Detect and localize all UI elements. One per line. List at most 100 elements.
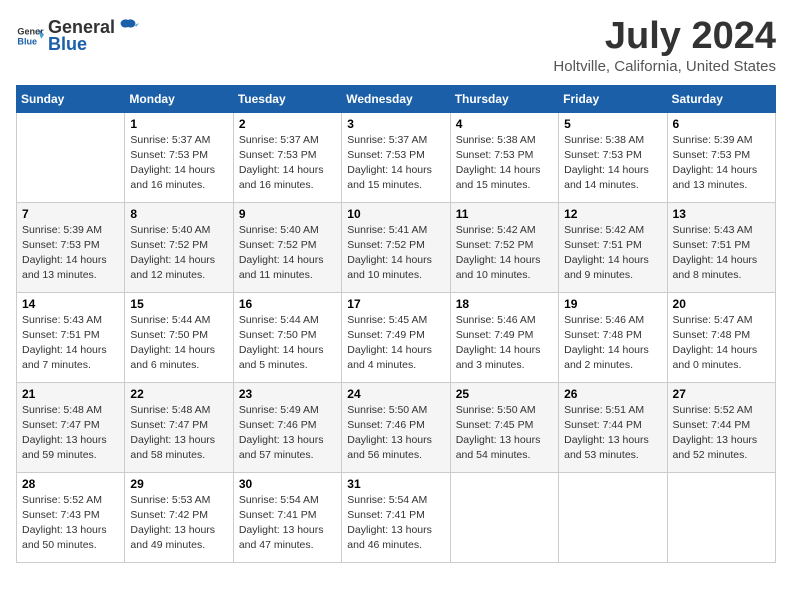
calendar-cell: 17 Sunrise: 5:45 AM Sunset: 7:49 PM Dayli… [342,292,450,382]
week-row-3: 14Sunrise: 5:43 AM Sunset: 7:51 PM Dayli… [17,292,776,382]
day-number: 23 [239,387,336,401]
day-info: Sunrise: 5:37 AM Sunset: 7:53 PM Dayligh… [130,133,227,194]
calendar-cell [450,472,558,562]
title-area: July 2024 Holtville, California, United … [553,16,776,75]
day-number: 11 [456,207,553,221]
calendar-cell: 15 Sunrise: 5:44 AM Sunset: 7:50 PM Dayli… [125,292,233,382]
day-number: 20 [673,297,770,311]
day-number: 14 [22,297,119,311]
day-info: Sunrise: 5:52 AM Sunset: 7:43 PM Dayligh… [22,493,119,554]
day-info: Sunrise: 5:50 AM Sunset: 7:45 PM Dayligh… [456,403,553,464]
day-info: Sunrise: 5:46 AM Sunset: 7:48 PM Dayligh… [564,313,661,374]
day-info: Sunrise: 5:47 AM Sunset: 7:48 PM Dayligh… [673,313,770,374]
calendar-cell: 18Sunrise: 5:46 AM Sunset: 7:49 PM Dayli… [450,292,558,382]
calendar-cell: 11 Sunrise: 5:42 AM Sunset: 7:52 PM Dayli… [450,202,558,292]
day-info: Sunrise: 5:40 AM Sunset: 7:52 PM Dayligh… [239,223,336,284]
weekday-header-thursday: Thursday [450,85,558,112]
day-info: Sunrise: 5:41 AM Sunset: 7:52 PM Dayligh… [347,223,444,284]
weekday-header-saturday: Saturday [667,85,775,112]
week-row-2: 7Sunrise: 5:39 AM Sunset: 7:53 PM Daylig… [17,202,776,292]
calendar-cell: 22 Sunrise: 5:48 AM Sunset: 7:47 PM Dayli… [125,382,233,472]
day-number: 9 [239,207,336,221]
day-number: 10 [347,207,444,221]
calendar-cell: 7Sunrise: 5:39 AM Sunset: 7:53 PM Daylig… [17,202,125,292]
calendar-cell: 9 Sunrise: 5:40 AM Sunset: 7:52 PM Daylig… [233,202,341,292]
day-number: 25 [456,387,553,401]
day-number: 19 [564,297,661,311]
day-number: 13 [673,207,770,221]
calendar-cell: 12 Sunrise: 5:42 AM Sunset: 7:51 PM Dayli… [559,202,667,292]
weekday-header-tuesday: Tuesday [233,85,341,112]
day-number: 6 [673,117,770,131]
day-number: 15 [130,297,227,311]
calendar-cell: 5Sunrise: 5:38 AM Sunset: 7:53 PM Daylig… [559,112,667,202]
day-info: Sunrise: 5:44 AM Sunset: 7:50 PM Dayligh… [130,313,227,374]
day-number: 24 [347,387,444,401]
calendar-cell: 31 Sunrise: 5:54 AM Sunset: 7:41 PM Dayli… [342,472,450,562]
calendar-table: SundayMondayTuesdayWednesdayThursdayFrid… [16,85,776,563]
calendar-cell: 6 Sunrise: 5:39 AM Sunset: 7:53 PM Daylig… [667,112,775,202]
calendar-cell: 1 Sunrise: 5:37 AM Sunset: 7:53 PM Daylig… [125,112,233,202]
day-number: 1 [130,117,227,131]
day-info: Sunrise: 5:50 AM Sunset: 7:46 PM Dayligh… [347,403,444,464]
day-number: 5 [564,117,661,131]
calendar-cell: 24 Sunrise: 5:50 AM Sunset: 7:46 PM Dayli… [342,382,450,472]
day-info: Sunrise: 5:37 AM Sunset: 7:53 PM Dayligh… [347,133,444,194]
day-info: Sunrise: 5:48 AM Sunset: 7:47 PM Dayligh… [22,403,119,464]
logo-bird-icon [117,16,139,38]
weekday-header-monday: Monday [125,85,233,112]
calendar-cell: 25 Sunrise: 5:50 AM Sunset: 7:45 PM Dayli… [450,382,558,472]
day-info: Sunrise: 5:40 AM Sunset: 7:52 PM Dayligh… [130,223,227,284]
calendar-cell: 27Sunrise: 5:52 AM Sunset: 7:44 PM Dayli… [667,382,775,472]
day-info: Sunrise: 5:44 AM Sunset: 7:50 PM Dayligh… [239,313,336,374]
weekday-header-row: SundayMondayTuesdayWednesdayThursdayFrid… [17,85,776,112]
logo: General Blue General Blue [16,16,139,55]
day-number: 17 [347,297,444,311]
main-title: July 2024 [553,16,776,58]
day-number: 21 [22,387,119,401]
day-info: Sunrise: 5:52 AM Sunset: 7:44 PM Dayligh… [673,403,770,464]
day-info: Sunrise: 5:53 AM Sunset: 7:42 PM Dayligh… [130,493,227,554]
day-number: 2 [239,117,336,131]
calendar-cell: 26 Sunrise: 5:51 AM Sunset: 7:44 PM Dayli… [559,382,667,472]
day-info: Sunrise: 5:45 AM Sunset: 7:49 PM Dayligh… [347,313,444,374]
day-info: Sunrise: 5:42 AM Sunset: 7:52 PM Dayligh… [456,223,553,284]
day-number: 8 [130,207,227,221]
calendar-cell: 23 Sunrise: 5:49 AM Sunset: 7:46 PM Dayli… [233,382,341,472]
calendar-cell: 10 Sunrise: 5:41 AM Sunset: 7:52 PM Dayli… [342,202,450,292]
day-info: Sunrise: 5:51 AM Sunset: 7:44 PM Dayligh… [564,403,661,464]
calendar-cell: 8 Sunrise: 5:40 AM Sunset: 7:52 PM Daylig… [125,202,233,292]
day-info: Sunrise: 5:38 AM Sunset: 7:53 PM Dayligh… [456,133,553,194]
day-number: 12 [564,207,661,221]
day-info: Sunrise: 5:48 AM Sunset: 7:47 PM Dayligh… [130,403,227,464]
day-number: 29 [130,477,227,491]
day-info: Sunrise: 5:54 AM Sunset: 7:41 PM Dayligh… [347,493,444,554]
day-number: 30 [239,477,336,491]
day-number: 26 [564,387,661,401]
week-row-4: 21 Sunrise: 5:48 AM Sunset: 7:47 PM Dayli… [17,382,776,472]
week-row-1: 1 Sunrise: 5:37 AM Sunset: 7:53 PM Daylig… [17,112,776,202]
logo-icon: General Blue [16,22,44,50]
header: General Blue General Blue July 2024 Holt… [16,16,776,75]
day-number: 18 [456,297,553,311]
day-info: Sunrise: 5:54 AM Sunset: 7:41 PM Dayligh… [239,493,336,554]
week-row-5: 28Sunrise: 5:52 AM Sunset: 7:43 PM Dayli… [17,472,776,562]
day-number: 31 [347,477,444,491]
calendar-cell [559,472,667,562]
calendar-cell: 21 Sunrise: 5:48 AM Sunset: 7:47 PM Dayli… [17,382,125,472]
calendar-cell [667,472,775,562]
day-info: Sunrise: 5:42 AM Sunset: 7:51 PM Dayligh… [564,223,661,284]
calendar-cell: 20 Sunrise: 5:47 AM Sunset: 7:48 PM Dayli… [667,292,775,382]
day-info: Sunrise: 5:49 AM Sunset: 7:46 PM Dayligh… [239,403,336,464]
weekday-header-wednesday: Wednesday [342,85,450,112]
day-number: 22 [130,387,227,401]
day-info: Sunrise: 5:39 AM Sunset: 7:53 PM Dayligh… [673,133,770,194]
calendar-cell: 14Sunrise: 5:43 AM Sunset: 7:51 PM Dayli… [17,292,125,382]
day-info: Sunrise: 5:37 AM Sunset: 7:53 PM Dayligh… [239,133,336,194]
day-info: Sunrise: 5:39 AM Sunset: 7:53 PM Dayligh… [22,223,119,284]
day-number: 3 [347,117,444,131]
calendar-cell: 29 Sunrise: 5:53 AM Sunset: 7:42 PM Dayli… [125,472,233,562]
weekday-header-friday: Friday [559,85,667,112]
calendar-cell: 28Sunrise: 5:52 AM Sunset: 7:43 PM Dayli… [17,472,125,562]
calendar-cell: 19 Sunrise: 5:46 AM Sunset: 7:48 PM Dayli… [559,292,667,382]
